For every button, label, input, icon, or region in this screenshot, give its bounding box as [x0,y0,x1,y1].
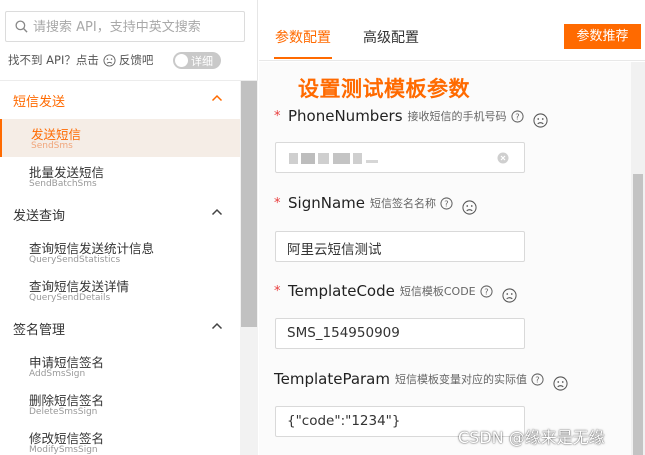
api-menu: 短信发送 发送短信 SendSms 批量发送短信 SendBatchSms 发送… [0,81,240,455]
param-name: TemplateCode [288,282,395,300]
param-name: SignName [288,194,365,212]
form-scrollbar[interactable] [631,62,645,455]
clear-icon[interactable] [497,152,509,164]
sad-face-icon[interactable] [532,112,548,128]
param-form: 设置测试模板参数 * PhoneNumbers 接收短信的手机号码 ? * Si… [259,62,645,455]
help-icon[interactable]: ? [510,109,524,123]
param-name: TemplateParam [274,370,390,388]
menu-item-query-send-statistics[interactable]: 查询短信发送统计信息 QuerySendStatistics [0,233,240,271]
param-recommend-button[interactable]: 参数推荐 [564,24,641,49]
help-icon[interactable]: ? [531,372,544,386]
menu-item-query-send-details[interactable]: 查询短信发送详情 QuerySendDetails [0,271,240,309]
api-search-input[interactable] [33,16,238,38]
field-label-sign-name: * SignName 短信签名名称 ? [274,192,477,215]
param-desc: 短信模板CODE [399,285,476,298]
feedback-link[interactable]: 反馈吧 [119,52,154,68]
chevron-up-icon [211,322,223,330]
api-sidebar: 找不到 API？点击 反馈吧 详细 短信发送 发送短信 SendSms 批量发送… [0,0,258,455]
feedback-text: 找不到 API？点击 [8,53,99,67]
field-label-phone-numbers: * PhoneNumbers 接收短信的手机号码 ? [274,105,548,128]
param-desc: 短信模板变量对应的实际值 [394,373,527,386]
menu-item-api: SendSms [31,141,73,151]
menu-group-sms-send[interactable]: 短信发送 [0,81,240,119]
svg-text:?: ? [535,374,539,384]
param-panel: 参数配置 高级配置 参数推荐 设置测试模板参数 * PhoneNumbers 接… [259,0,645,455]
form-scrollbar-thumb[interactable] [633,174,643,455]
menu-group-title: 短信发送 [13,95,66,110]
sad-face-icon [103,53,116,67]
param-name: PhoneNumbers [288,107,403,125]
menu-item-modify-sms-sign[interactable]: 修改短信签名 ModifySmsSign [0,423,240,455]
required-mark: * [274,283,281,299]
sad-face-icon[interactable] [553,375,568,391]
sidebar-scrollbar-thumb[interactable] [241,81,257,327]
menu-item-delete-sms-sign[interactable]: 删除短信签名 DeleteSmsSign [0,385,240,423]
api-search-box[interactable] [5,11,245,42]
help-icon[interactable]: ? [480,284,493,298]
svg-text:?: ? [484,286,488,296]
param-desc: 接收短信的手机号码 [407,110,507,123]
required-mark: * [274,195,281,211]
masked-phone-value [289,153,379,164]
svg-text:?: ? [515,111,519,121]
menu-item-send-sms[interactable]: 发送短信 SendSms [0,119,240,157]
menu-group-send-query[interactable]: 发送查询 [0,195,240,233]
menu-item-api: ModifySmsSign [29,445,98,455]
field-label-template-param: TemplateParam 短信模板变量对应的实际值 ? [274,368,568,391]
detail-toggle[interactable]: 详细 [173,52,221,69]
active-tab-indicator [274,57,332,59]
watermark: CSDN @缘来是无缘 [458,428,605,447]
menu-item-api: AddSmsSign [29,369,86,379]
menu-item-api: SendBatchSms [29,179,97,189]
sign-name-input[interactable]: 阿里云短信测试 [275,231,525,262]
sidebar-scrollbar[interactable] [240,81,258,455]
template-code-input[interactable]: SMS_154950909 [275,318,525,349]
menu-group-sign-management[interactable]: 签名管理 [0,309,240,347]
template-code-value: SMS_154950909 [287,325,400,341]
chevron-up-icon [211,94,223,102]
menu-group-title: 发送查询 [13,209,66,224]
menu-item-api: DeleteSmsSign [29,407,98,417]
chevron-up-icon [211,208,223,216]
annotation-text: 设置测试模板参数 [298,77,470,101]
menu-item-add-sms-sign[interactable]: 申请短信签名 AddSmsSign [0,347,240,385]
phone-numbers-input[interactable] [275,142,525,173]
param-desc: 短信签名名称 [369,197,436,210]
sad-face-icon[interactable] [462,199,477,215]
menu-item-api: QuerySendDetails [29,293,111,303]
tab-param-config[interactable]: 参数配置 [275,27,331,47]
config-tabs: 参数配置 高级配置 参数推荐 [259,0,645,61]
menu-item-api: QuerySendStatistics [29,255,121,265]
help-icon[interactable]: ? [440,196,453,210]
required-mark: * [274,108,281,124]
svg-text:?: ? [444,198,448,208]
toggle-label: 详细 [191,55,213,68]
sign-name-value: 阿里云短信测试 [287,242,382,258]
template-param-value: {"code":"1234"} [287,413,401,429]
tab-advanced-config[interactable]: 高级配置 [363,27,419,47]
menu-group-title: 签名管理 [13,323,66,338]
menu-item-send-batch-sms[interactable]: 批量发送短信 SendBatchSms [0,157,240,195]
search-icon [15,20,28,33]
feedback-row: 找不到 API？点击 反馈吧 [8,51,153,69]
field-label-template-code: * TemplateCode 短信模板CODE ? [274,280,517,303]
toggle-knob [175,54,188,67]
sad-face-icon[interactable] [502,287,517,303]
